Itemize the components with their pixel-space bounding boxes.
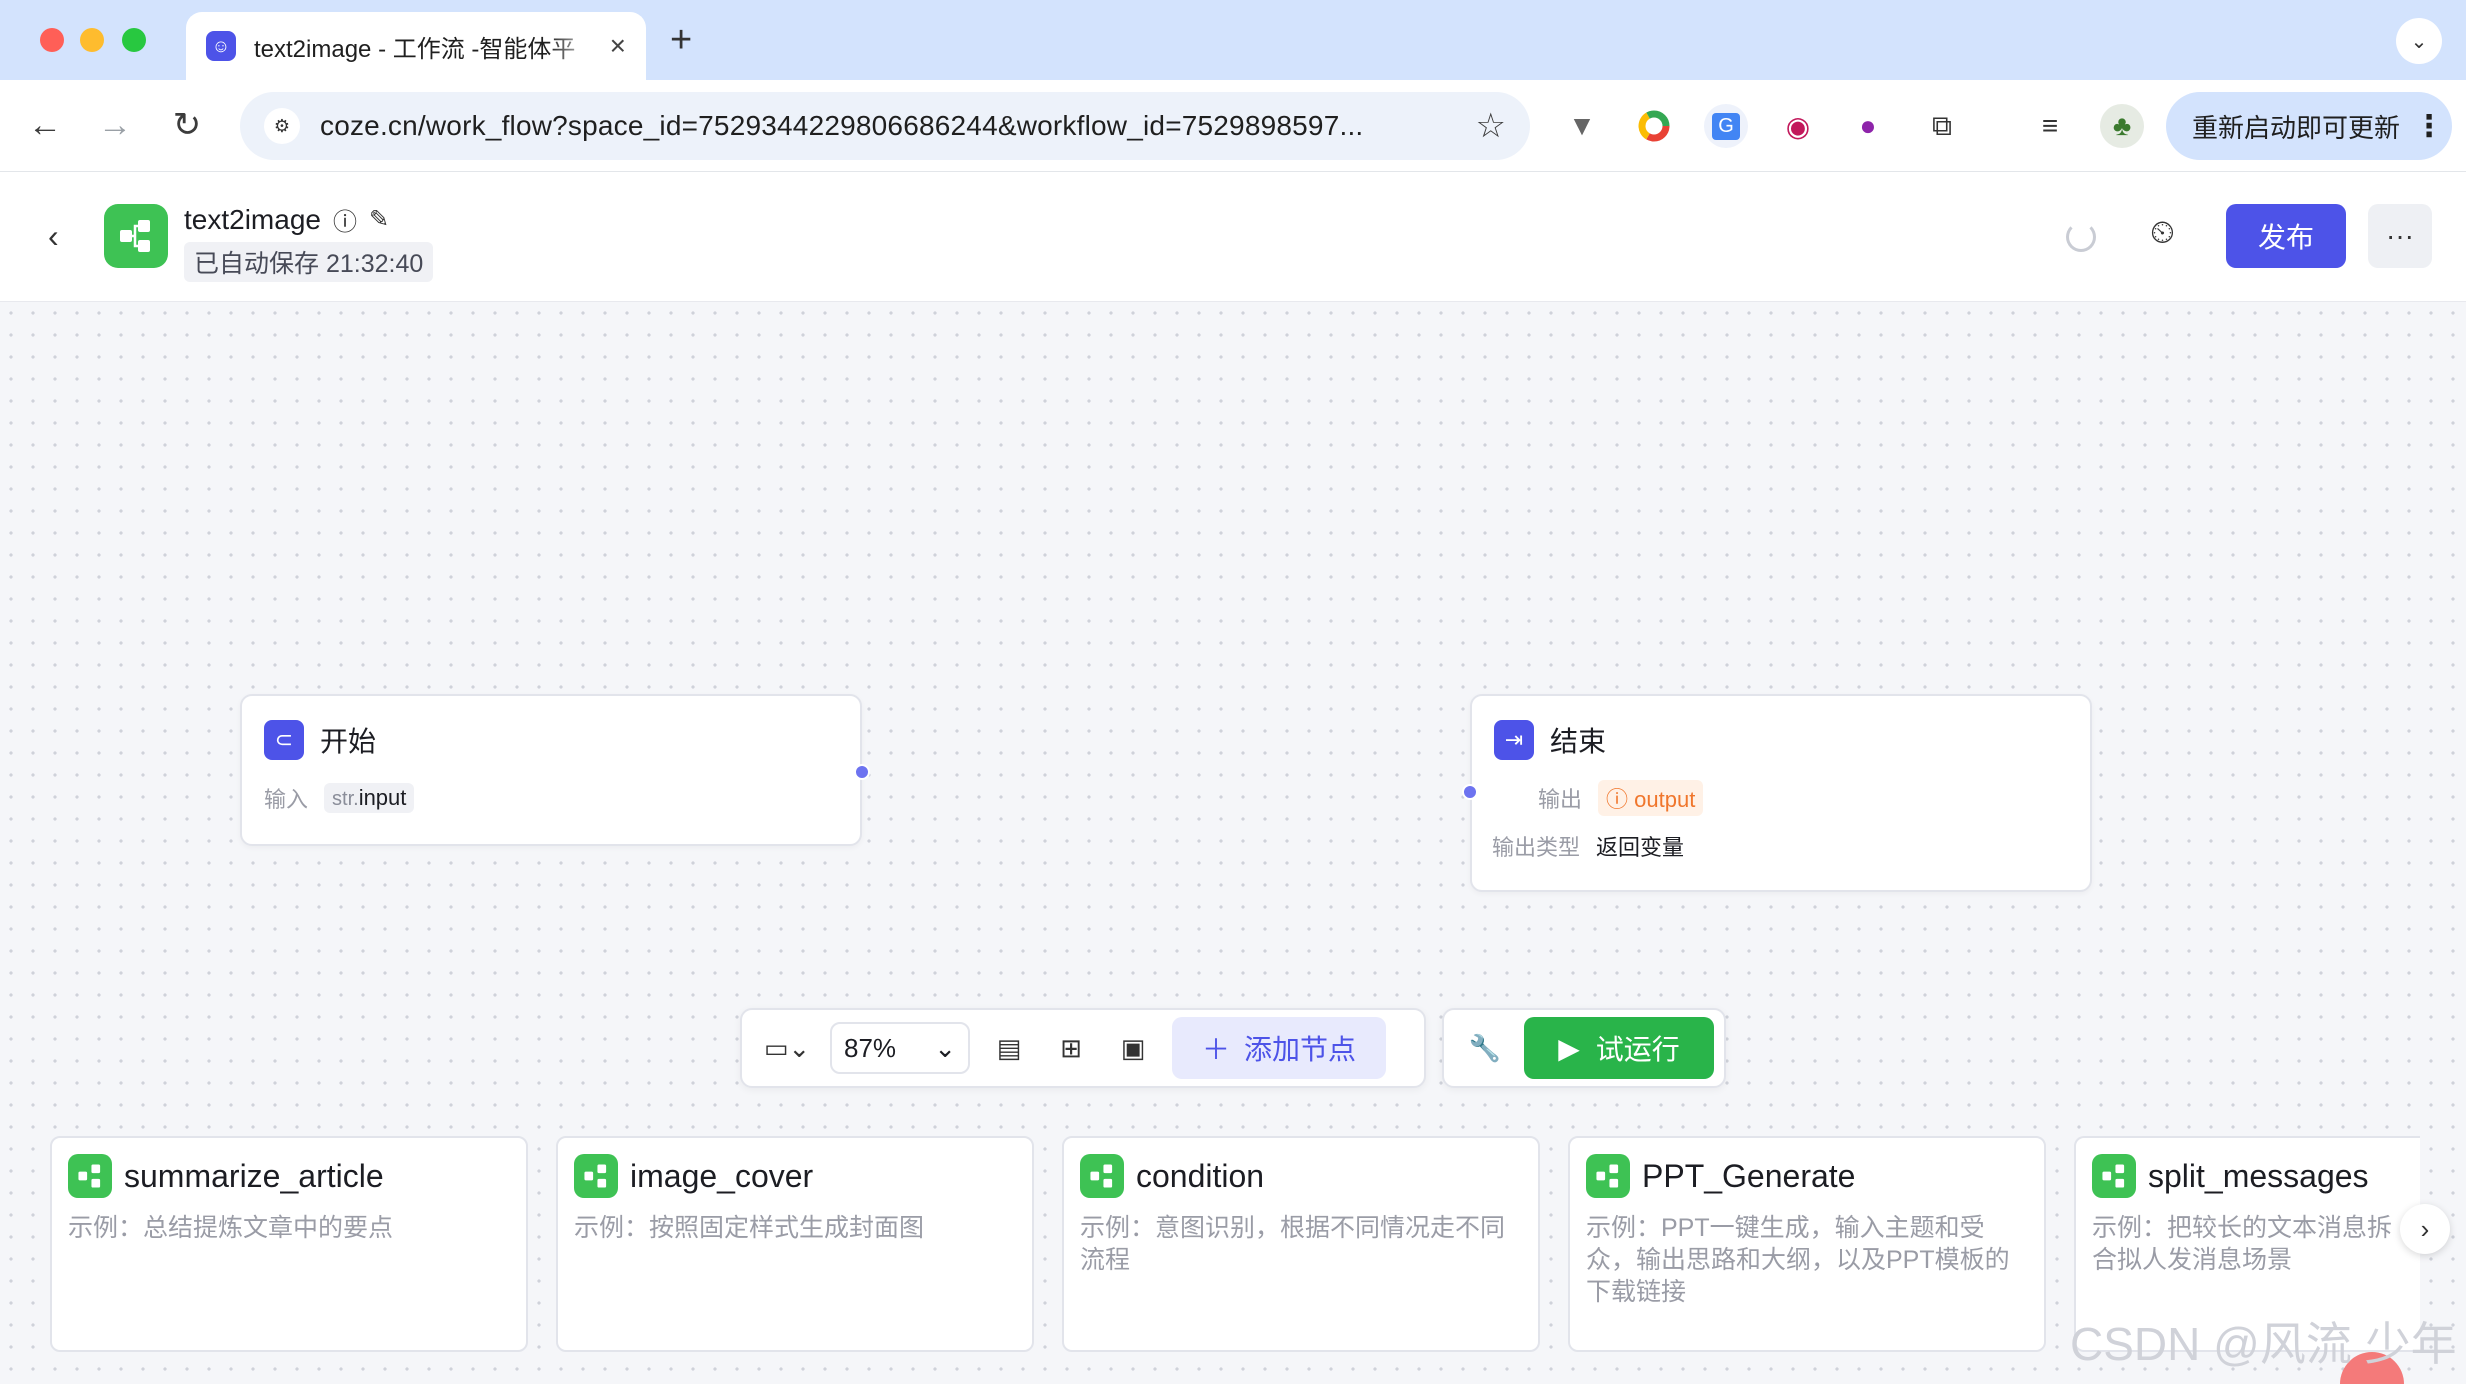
start-output-port[interactable] [854,764,870,780]
start-input-name: input [358,785,407,810]
bookmark-star-icon[interactable]: ☆ [1476,106,1506,146]
end-output-type-label: 输出类型 [1492,835,1581,860]
canvas-controls: ▭⌄ 87% ⌄ ▤ ⊞ ▣ ＋ 添加节点 [740,1008,1426,1088]
workflow-header: ‹ text2image ⓘ ✎ 已自动保存 21:32:40 ⏲ 发布 ··· [0,172,2466,302]
end-node-title: 结束 [1550,726,1607,757]
zoom-select[interactable]: 87% ⌄ [830,1022,970,1074]
loading-spinner-icon [2066,222,2096,252]
end-input-port[interactable] [1462,784,1478,800]
start-input-label: 输入 [264,787,309,812]
coze-favicon-icon: ☺ [206,31,236,61]
end-output-type-value: 返回变量 [1596,835,1685,860]
template-card[interactable]: image_cover 示例：按照固定样式生成封面图 [556,1136,1034,1352]
minimap-icon[interactable]: ▣ [1102,1020,1164,1076]
back-chevron-icon[interactable]: ‹ [48,218,59,255]
template-name: split_messages [2148,1157,2369,1194]
relaunch-update-button[interactable]: 重新启动即可更新 ⋮ [2166,92,2452,160]
workflow-title: text2image [184,203,321,235]
edit-icon[interactable]: ✎ [369,205,389,234]
autosave-status: 已自动保存 21:32:40 [184,242,434,282]
browser-tab-strip: ☺ text2image - 工作流 -智能体平 × + ⌄ [0,0,2466,80]
profile-avatar[interactable]: ♣ [2100,104,2144,148]
browser-toolbar: ← → ↻ ⚙ coze.cn/work_flow?space_id=75293… [0,80,2466,172]
back-arrow-icon[interactable]: ← [22,102,68,148]
end-node[interactable]: ⇥ 结束 输出 ⓘ output 输出类型 返回变量 [1470,694,2092,892]
template-name: summarize_article [124,1157,384,1194]
template-desc: 示例：总结提炼文章中的要点 [68,1214,394,1242]
template-name: PPT_Generate [1642,1157,1856,1194]
tab-title: text2image - 工作流 -智能体平 [254,35,576,63]
watermark: CSDN @风流 少年 [2070,1318,2457,1370]
reload-icon[interactable]: ↻ [164,102,210,148]
window-maximize-button[interactable] [122,28,146,52]
address-bar[interactable]: ⚙ coze.cn/work_flow?space_id=75293442298… [240,92,1530,160]
template-card[interactable]: PPT_Generate 示例：PPT一键生成，输入主题和受众，输出思路和大纲，… [1568,1136,2046,1352]
workflow-app-icon [104,204,168,268]
add-node-label: 添加节点 [1244,1034,1357,1065]
end-node-icon: ⇥ [1494,720,1534,760]
tab-search-chevron-icon[interactable]: ⌄ [2396,18,2442,64]
end-output-name: output [1634,787,1696,812]
workflow-canvas[interactable]: ⊂ 开始 输入 str.input ⇥ 结束 输出 ⓘ output 输出类型 … [0,302,2466,1384]
plus-icon: ＋ [1202,1034,1231,1065]
test-run-label: 试运行 [1595,1034,1680,1065]
debug-wrench-icon[interactable]: 🔧 [1454,1020,1516,1076]
template-card[interactable]: condition 示例：意图识别，根据不同情况走不同流程 [1062,1136,1540,1352]
template-desc: 示例：按照固定样式生成封面图 [574,1214,925,1242]
workflow-template-icon [1586,1154,1630,1198]
browser-tab[interactable]: ☺ text2image - 工作流 -智能体平 × [186,12,646,80]
purple-extension-icon[interactable]: ● [1846,104,1890,148]
template-name: condition [1136,1157,1265,1194]
start-input-type: str. [332,788,359,810]
template-name: image_cover [630,1157,814,1194]
template-desc: 示例：PPT一键生成，输入主题和受众，输出思路和大纲，以及PPT模板的下载链接 [1586,1214,2010,1306]
auto-layout-icon[interactable]: ⊞ [1040,1020,1102,1076]
publish-button[interactable]: 发布 [2226,204,2346,268]
extension-v-icon[interactable]: ▼ [1560,104,1604,148]
start-node-title: 开始 [320,726,377,757]
url-text[interactable]: coze.cn/work_flow?space_id=7529344229806… [320,110,1458,142]
workflow-template-icon [574,1154,618,1198]
window-close-button[interactable] [40,28,64,52]
play-icon: ▶ [1558,1032,1580,1064]
start-node-icon: ⊂ [264,720,304,760]
extension-ring-icon[interactable] [1632,104,1676,148]
add-node-button[interactable]: ＋ 添加节点 [1172,1017,1387,1079]
site-info-icon[interactable]: ⚙ [264,108,300,144]
template-card[interactable]: summarize_article 示例：总结提炼文章中的要点 [50,1136,528,1352]
template-desc: 示例：把较长的文本消息拆合拟人发消息场景 [2092,1214,2393,1274]
end-output-label: 输出 [1538,787,1583,812]
interaction-mode-icon[interactable]: ▭⌄ [752,1020,822,1076]
tab-close-icon[interactable]: × [610,32,626,60]
translate-extension-icon[interactable]: G [1704,104,1748,148]
relaunch-update-label: 重新启动即可更新 [2192,112,2401,143]
more-options-button[interactable]: ··· [2368,204,2432,268]
scroll-right-chevron-icon[interactable]: › [2400,1204,2450,1254]
window-minimize-button[interactable] [80,28,104,52]
media-queue-icon[interactable]: ≡ [2028,104,2072,148]
zoom-chevron-icon: ⌄ [934,1032,956,1063]
start-node[interactable]: ⊂ 开始 输入 str.input [240,694,862,846]
workflow-template-icon [68,1154,112,1198]
info-icon[interactable]: ⓘ [333,202,357,237]
extensions-puzzle-icon[interactable]: ⧉ [1920,104,1964,148]
zoom-value: 87% [844,1032,897,1063]
screenshot-extension-icon[interactable]: ◉ [1776,104,1820,148]
forward-arrow-icon[interactable]: → [92,102,138,148]
start-input-tag: str.input [324,783,415,813]
new-tab-button[interactable]: + [670,18,692,62]
test-run-button[interactable]: ▶ 试运行 [1524,1017,1714,1079]
history-icon[interactable]: ⏲ [2150,214,2175,252]
workflow-title-row: text2image ⓘ ✎ [184,202,389,237]
comment-icon[interactable]: ▤ [978,1020,1040,1076]
end-output-tag: ⓘ output [1598,780,1704,816]
browser-menu-icon[interactable]: ⋮ [2414,109,2444,144]
template-desc: 示例：意图识别，根据不同情况走不同流程 [1080,1214,1506,1274]
workflow-template-icon [2092,1154,2136,1198]
run-controls: 🔧 ▶ 试运行 [1442,1008,1726,1088]
workflow-template-icon [1080,1154,1124,1198]
